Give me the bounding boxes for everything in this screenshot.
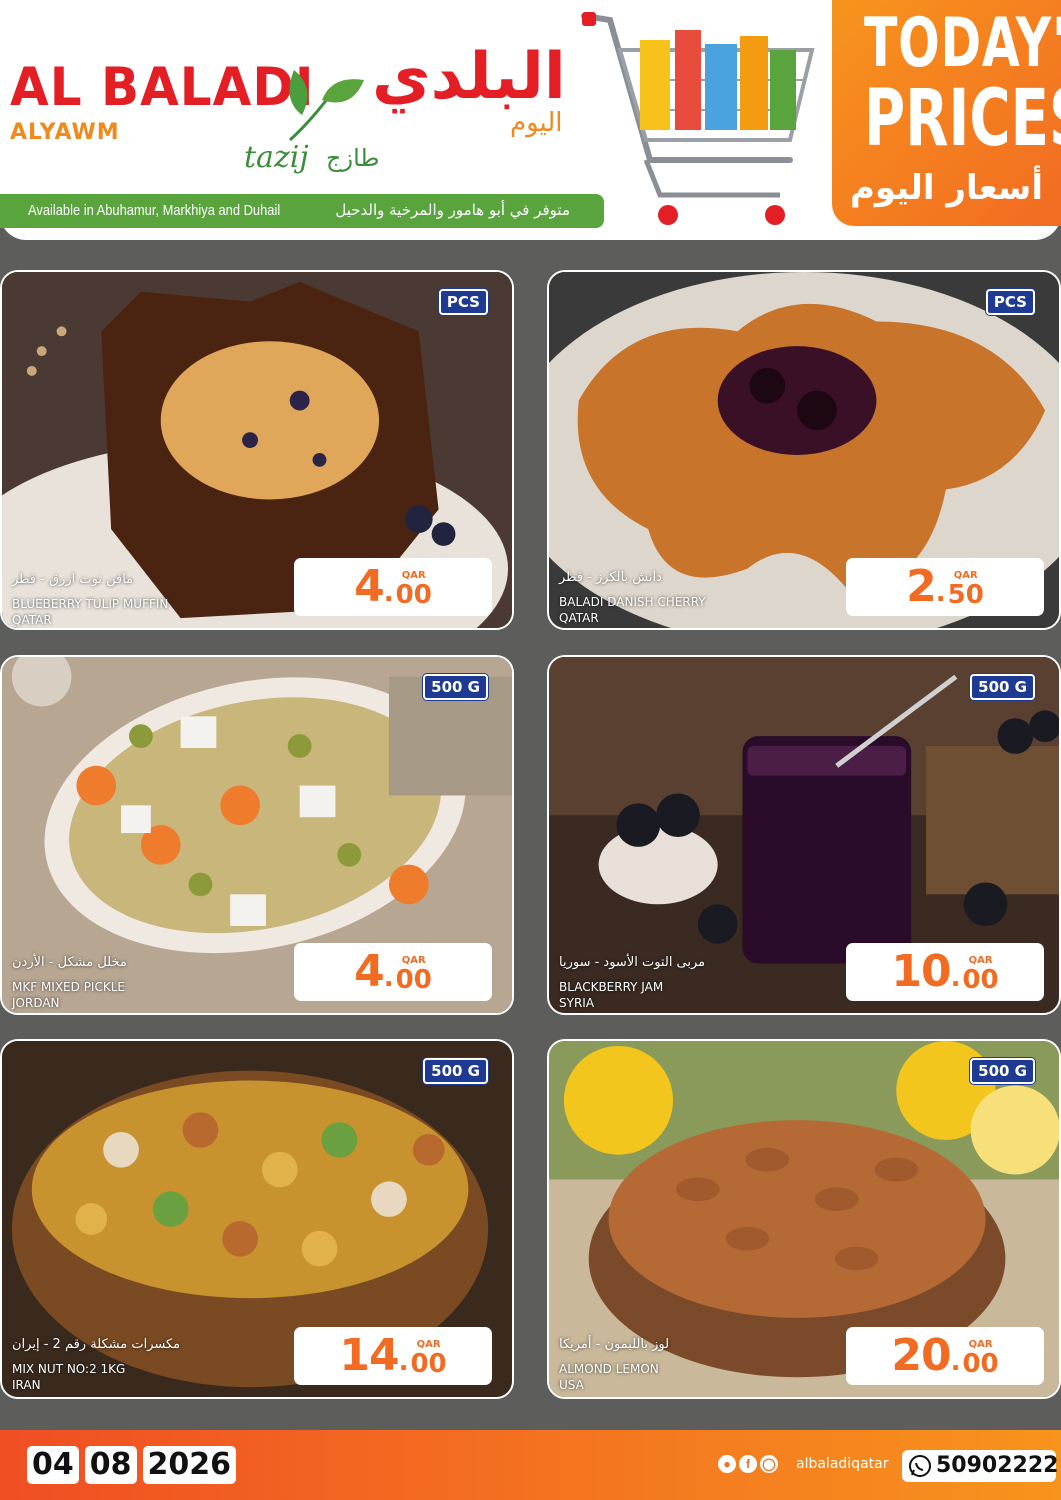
- product-origin: QATAR: [12, 613, 52, 627]
- price-decimal-dot: .: [935, 578, 946, 608]
- price-decimal-dot: .: [383, 578, 394, 608]
- todays-label: TODAY'S: [864, 4, 1061, 83]
- price-box: 20 . QAR 00: [846, 1327, 1044, 1385]
- price-decimal: 00: [962, 1349, 999, 1379]
- prices-label: PRICES: [864, 74, 1061, 164]
- product-origin: IRAN: [12, 1378, 41, 1392]
- product-name-ar: مخلل مشكل - الأردن: [12, 955, 127, 970]
- product-name-en: BLACKBERRY JAM SYRIA: [559, 980, 664, 1010]
- product-origin: USA: [559, 1378, 584, 1392]
- price-decimal-dot: .: [383, 963, 394, 993]
- product-card[interactable]: 500 G مكسرات مشكلة رقم 2 - إيران MIX NUT…: [0, 1039, 514, 1399]
- social-icons: ● f ◯: [718, 1455, 778, 1473]
- product-card[interactable]: 500 G مربى التوت الأسود - سوريا BLACKBER…: [547, 655, 1061, 1015]
- price-integer: 20: [891, 1330, 951, 1381]
- header: AL BALADI ALYAWM البلدي اليوم tazij طازج…: [0, 0, 1061, 240]
- phone-box[interactable]: 50902222: [902, 1450, 1059, 1482]
- product-name-ar: دانش بالكرز - قطر: [559, 570, 662, 585]
- unit-badge: 500 G: [423, 1058, 488, 1084]
- shopping-cart-icon: [581, 12, 815, 225]
- price-box: 4 . QAR 00: [294, 943, 492, 1001]
- price-integer: 4: [354, 946, 385, 997]
- price-decimal: 50: [947, 580, 984, 610]
- instagram-icon[interactable]: ◯: [760, 1455, 778, 1473]
- price-decimal-dot: .: [398, 1347, 409, 1377]
- price-integer: 10: [891, 946, 951, 997]
- product-origin: QATAR: [559, 611, 599, 625]
- unit-badge: PCS: [985, 289, 1035, 315]
- price-decimal: 00: [962, 965, 999, 995]
- offer-date: 04 08 2026: [27, 1446, 236, 1484]
- product-name-en: MKF MIXED PICKLE JORDAN: [12, 980, 125, 1010]
- unit-badge: PCS: [438, 289, 488, 315]
- price-decimal-dot: .: [950, 1347, 961, 1377]
- product-name-ar: مكسرات مشكلة رقم 2 - إيران: [12, 1337, 181, 1352]
- date-day: 04: [27, 1446, 79, 1484]
- leaf-logo-icon: [288, 70, 364, 142]
- footer: 04 08 2026 ● f ◯ albaladiqatar 50902222: [0, 1430, 1061, 1500]
- price-box: 2 . QAR 50: [846, 558, 1044, 616]
- price-integer: 4: [354, 561, 385, 612]
- product-origin: JORDAN: [12, 996, 60, 1010]
- tazij-en: tazij: [244, 140, 309, 175]
- price-integer: 2: [906, 561, 937, 612]
- availability-banner: Available in Abuhamur, Markhiya and Duha…: [0, 194, 604, 228]
- product-name-en: MIX NUT NO:2 1KG IRAN: [12, 1362, 126, 1392]
- todays-prices-box: TODAY'S PRICES أسعار اليوم: [832, 0, 1061, 226]
- price-decimal: 00: [410, 1349, 447, 1379]
- product-name-ar: مافن توت ازرق - قطر: [12, 572, 134, 587]
- availability-text-ar: متوفر في أبو هامور والمرخية والدحيل: [335, 201, 570, 219]
- product-card[interactable]: PCS مافن توت ازرق - قطر BLUEBERRY TULIP …: [0, 270, 514, 630]
- price-box: 14 . QAR 00: [294, 1327, 492, 1385]
- price-decimal: 00: [395, 580, 432, 610]
- brand-subname-en: ALYAWM: [10, 120, 120, 145]
- whatsapp-icon: [909, 1455, 931, 1477]
- facebook-icon[interactable]: f: [739, 1455, 757, 1473]
- brand-name-en: AL BALADI: [10, 56, 315, 118]
- product-name-en: BALADI DANISH CHERRY QATAR: [559, 595, 706, 625]
- date-year: 2026: [142, 1446, 236, 1484]
- product-name-en: BLUEBERRY TULIP MUFFIN QATAR: [12, 597, 169, 627]
- price-decimal-dot: .: [950, 963, 961, 993]
- price-decimal: 00: [395, 965, 432, 995]
- brand-subname-ar: اليوم: [510, 108, 563, 138]
- product-card[interactable]: 500 G مخلل مشكل - الأردن MKF MIXED PICKL…: [0, 655, 514, 1015]
- product-name-ar: لوز بالليمون - أمريكا: [559, 1337, 670, 1352]
- social-handle[interactable]: albaladiqatar: [796, 1456, 888, 1472]
- product-name-ar: مربى التوت الأسود - سوريا: [559, 955, 706, 970]
- product-card[interactable]: 500 G لوز بالليمون - أمريكا ALMOND LEMON…: [547, 1039, 1061, 1399]
- brand-name-ar: البلدي: [372, 40, 566, 114]
- snapchat-icon[interactable]: ●: [718, 1455, 736, 1473]
- price-integer: 14: [339, 1330, 399, 1381]
- product-origin: SYRIA: [559, 996, 595, 1010]
- product-card[interactable]: PCS دانش بالكرز - قطر BALADI DANISH CHER…: [547, 270, 1061, 630]
- unit-badge: 500 G: [423, 674, 488, 700]
- unit-badge: 500 G: [970, 1058, 1035, 1084]
- phone-number: 50902222: [936, 1453, 1059, 1478]
- availability-text-en: Available in Abuhamur, Markhiya and Duha…: [28, 202, 281, 219]
- todays-prices-ar: أسعار اليوم: [850, 168, 1043, 208]
- price-box: 4 . QAR 00: [294, 558, 492, 616]
- price-box: 10 . QAR 00: [846, 943, 1044, 1001]
- unit-badge: 500 G: [970, 674, 1035, 700]
- tazij-ar: طازج: [326, 144, 380, 172]
- date-month: 08: [84, 1446, 137, 1484]
- product-name-en: ALMOND LEMON USA: [559, 1362, 659, 1392]
